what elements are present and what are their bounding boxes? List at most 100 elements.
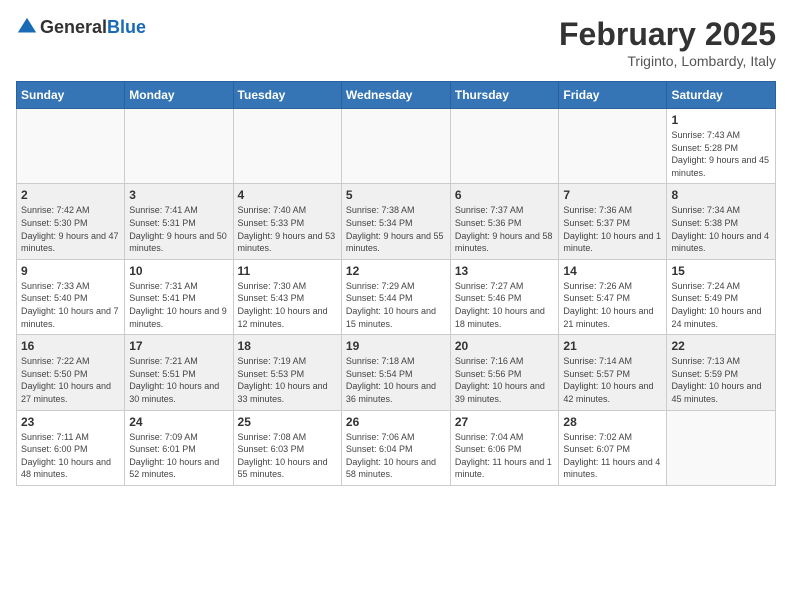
header-sunday: Sunday (17, 82, 125, 109)
day-info: Sunrise: 7:18 AM Sunset: 5:54 PM Dayligh… (346, 355, 446, 405)
header-friday: Friday (559, 82, 667, 109)
header-tuesday: Tuesday (233, 82, 341, 109)
day-number: 1 (671, 113, 771, 127)
table-row: 2Sunrise: 7:42 AM Sunset: 5:30 PM Daylig… (17, 184, 125, 259)
day-info: Sunrise: 7:08 AM Sunset: 6:03 PM Dayligh… (238, 431, 337, 481)
day-number: 25 (238, 415, 337, 429)
table-row: 22Sunrise: 7:13 AM Sunset: 5:59 PM Dayli… (667, 335, 776, 410)
table-row: 6 Sunrise: 7:37 AM Sunset: 5:36 PM Daylig… (450, 184, 559, 259)
table-row: 3 Sunrise: 7:41 AM Sunset: 5:31 PM Daylig… (125, 184, 233, 259)
day-info: Sunrise: 7:30 AM Sunset: 5:43 PM Dayligh… (238, 280, 337, 330)
table-row (125, 109, 233, 184)
day-number: 15 (671, 264, 771, 278)
table-row: 25 Sunrise: 7:08 AM Sunset: 6:03 PM Dayli… (233, 410, 341, 485)
day-number: 20 (455, 339, 555, 353)
logo-icon (16, 16, 38, 38)
table-row: 11 Sunrise: 7:30 AM Sunset: 5:43 PM Dayli… (233, 259, 341, 334)
day-number: 12 (346, 264, 446, 278)
table-row: 20 Sunrise: 7:16 AM Sunset: 5:56 PM Dayli… (450, 335, 559, 410)
table-row (341, 109, 450, 184)
day-info: Sunrise: 7:26 AM Sunset: 5:47 PM Dayligh… (563, 280, 662, 330)
logo-blue: Blue (107, 17, 146, 38)
calendar-week-row: 2Sunrise: 7:42 AM Sunset: 5:30 PM Daylig… (17, 184, 776, 259)
day-info: Sunrise: 7:22 AM Sunset: 5:50 PM Dayligh… (21, 355, 120, 405)
day-info: Sunrise: 7:29 AM Sunset: 5:44 PM Dayligh… (346, 280, 446, 330)
table-row (17, 109, 125, 184)
day-number: 5 (346, 188, 446, 202)
day-info: Sunrise: 7:21 AM Sunset: 5:51 PM Dayligh… (129, 355, 228, 405)
calendar-week-row: 9 Sunrise: 7:33 AM Sunset: 5:40 PM Daylig… (17, 259, 776, 334)
table-row: 12 Sunrise: 7:29 AM Sunset: 5:44 PM Dayli… (341, 259, 450, 334)
calendar-week-row: 1Sunrise: 7:43 AM Sunset: 5:28 PM Daylig… (17, 109, 776, 184)
day-info: Sunrise: 7:40 AM Sunset: 5:33 PM Dayligh… (238, 204, 337, 254)
table-row: 27Sunrise: 7:04 AM Sunset: 6:06 PM Dayli… (450, 410, 559, 485)
day-info: Sunrise: 7:38 AM Sunset: 5:34 PM Dayligh… (346, 204, 446, 254)
day-info: Sunrise: 7:19 AM Sunset: 5:53 PM Dayligh… (238, 355, 337, 405)
logo-general: General (40, 17, 107, 38)
table-row: 9 Sunrise: 7:33 AM Sunset: 5:40 PM Daylig… (17, 259, 125, 334)
day-number: 14 (563, 264, 662, 278)
day-info: Sunrise: 7:27 AM Sunset: 5:46 PM Dayligh… (455, 280, 555, 330)
day-number: 6 (455, 188, 555, 202)
month-title: February 2025 (559, 16, 776, 53)
day-number: 7 (563, 188, 662, 202)
page-header: GeneralBlue February 2025 Triginto, Lomb… (16, 16, 776, 69)
table-row (450, 109, 559, 184)
day-info: Sunrise: 7:33 AM Sunset: 5:40 PM Dayligh… (21, 280, 120, 330)
table-row: 28Sunrise: 7:02 AM Sunset: 6:07 PM Dayli… (559, 410, 667, 485)
day-info: Sunrise: 7:14 AM Sunset: 5:57 PM Dayligh… (563, 355, 662, 405)
table-row: 1Sunrise: 7:43 AM Sunset: 5:28 PM Daylig… (667, 109, 776, 184)
day-number: 11 (238, 264, 337, 278)
day-info: Sunrise: 7:24 AM Sunset: 5:49 PM Dayligh… (671, 280, 771, 330)
day-info: Sunrise: 7:02 AM Sunset: 6:07 PM Dayligh… (563, 431, 662, 481)
day-number: 16 (21, 339, 120, 353)
day-info: Sunrise: 7:16 AM Sunset: 5:56 PM Dayligh… (455, 355, 555, 405)
table-row: 24 Sunrise: 7:09 AM Sunset: 6:01 PM Dayli… (125, 410, 233, 485)
table-row: 8 Sunrise: 7:34 AM Sunset: 5:38 PM Daylig… (667, 184, 776, 259)
day-info: Sunrise: 7:09 AM Sunset: 6:01 PM Dayligh… (129, 431, 228, 481)
day-number: 19 (346, 339, 446, 353)
location-title: Triginto, Lombardy, Italy (559, 53, 776, 69)
day-info: Sunrise: 7:34 AM Sunset: 5:38 PM Dayligh… (671, 204, 771, 254)
day-info: Sunrise: 7:13 AM Sunset: 5:59 PM Dayligh… (671, 355, 771, 405)
day-info: Sunrise: 7:42 AM Sunset: 5:30 PM Dayligh… (21, 204, 120, 254)
table-row: 7 Sunrise: 7:36 AM Sunset: 5:37 PM Daylig… (559, 184, 667, 259)
day-number: 24 (129, 415, 228, 429)
logo: GeneralBlue (16, 16, 146, 38)
table-row: 21 Sunrise: 7:14 AM Sunset: 5:57 PM Dayli… (559, 335, 667, 410)
day-number: 3 (129, 188, 228, 202)
day-info: Sunrise: 7:41 AM Sunset: 5:31 PM Dayligh… (129, 204, 228, 254)
calendar-table: Sunday Monday Tuesday Wednesday Thursday… (16, 81, 776, 486)
table-row: 4Sunrise: 7:40 AM Sunset: 5:33 PM Daylig… (233, 184, 341, 259)
day-info: Sunrise: 7:31 AM Sunset: 5:41 PM Dayligh… (129, 280, 228, 330)
table-row (233, 109, 341, 184)
day-number: 23 (21, 415, 120, 429)
calendar-week-row: 23 Sunrise: 7:11 AM Sunset: 6:00 PM Dayli… (17, 410, 776, 485)
day-info: Sunrise: 7:36 AM Sunset: 5:37 PM Dayligh… (563, 204, 662, 254)
day-number: 10 (129, 264, 228, 278)
table-row: 26 Sunrise: 7:06 AM Sunset: 6:04 PM Dayli… (341, 410, 450, 485)
day-info: Sunrise: 7:37 AM Sunset: 5:36 PM Dayligh… (455, 204, 555, 254)
day-number: 21 (563, 339, 662, 353)
table-row: 17 Sunrise: 7:21 AM Sunset: 5:51 PM Dayli… (125, 335, 233, 410)
day-info: Sunrise: 7:04 AM Sunset: 6:06 PM Dayligh… (455, 431, 555, 481)
table-row: 23 Sunrise: 7:11 AM Sunset: 6:00 PM Dayli… (17, 410, 125, 485)
day-number: 17 (129, 339, 228, 353)
day-info: Sunrise: 7:06 AM Sunset: 6:04 PM Dayligh… (346, 431, 446, 481)
day-number: 9 (21, 264, 120, 278)
day-number: 26 (346, 415, 446, 429)
day-number: 18 (238, 339, 337, 353)
table-row: 15 Sunrise: 7:24 AM Sunset: 5:49 PM Dayli… (667, 259, 776, 334)
table-row (559, 109, 667, 184)
header-saturday: Saturday (667, 82, 776, 109)
weekday-header-row: Sunday Monday Tuesday Wednesday Thursday… (17, 82, 776, 109)
table-row: 13Sunrise: 7:27 AM Sunset: 5:46 PM Dayli… (450, 259, 559, 334)
title-area: February 2025 Triginto, Lombardy, Italy (559, 16, 776, 69)
header-monday: Monday (125, 82, 233, 109)
table-row: 5 Sunrise: 7:38 AM Sunset: 5:34 PM Daylig… (341, 184, 450, 259)
calendar-week-row: 16 Sunrise: 7:22 AM Sunset: 5:50 PM Dayli… (17, 335, 776, 410)
day-info: Sunrise: 7:11 AM Sunset: 6:00 PM Dayligh… (21, 431, 120, 481)
day-number: 8 (671, 188, 771, 202)
table-row: 18 Sunrise: 7:19 AM Sunset: 5:53 PM Dayli… (233, 335, 341, 410)
table-row (667, 410, 776, 485)
